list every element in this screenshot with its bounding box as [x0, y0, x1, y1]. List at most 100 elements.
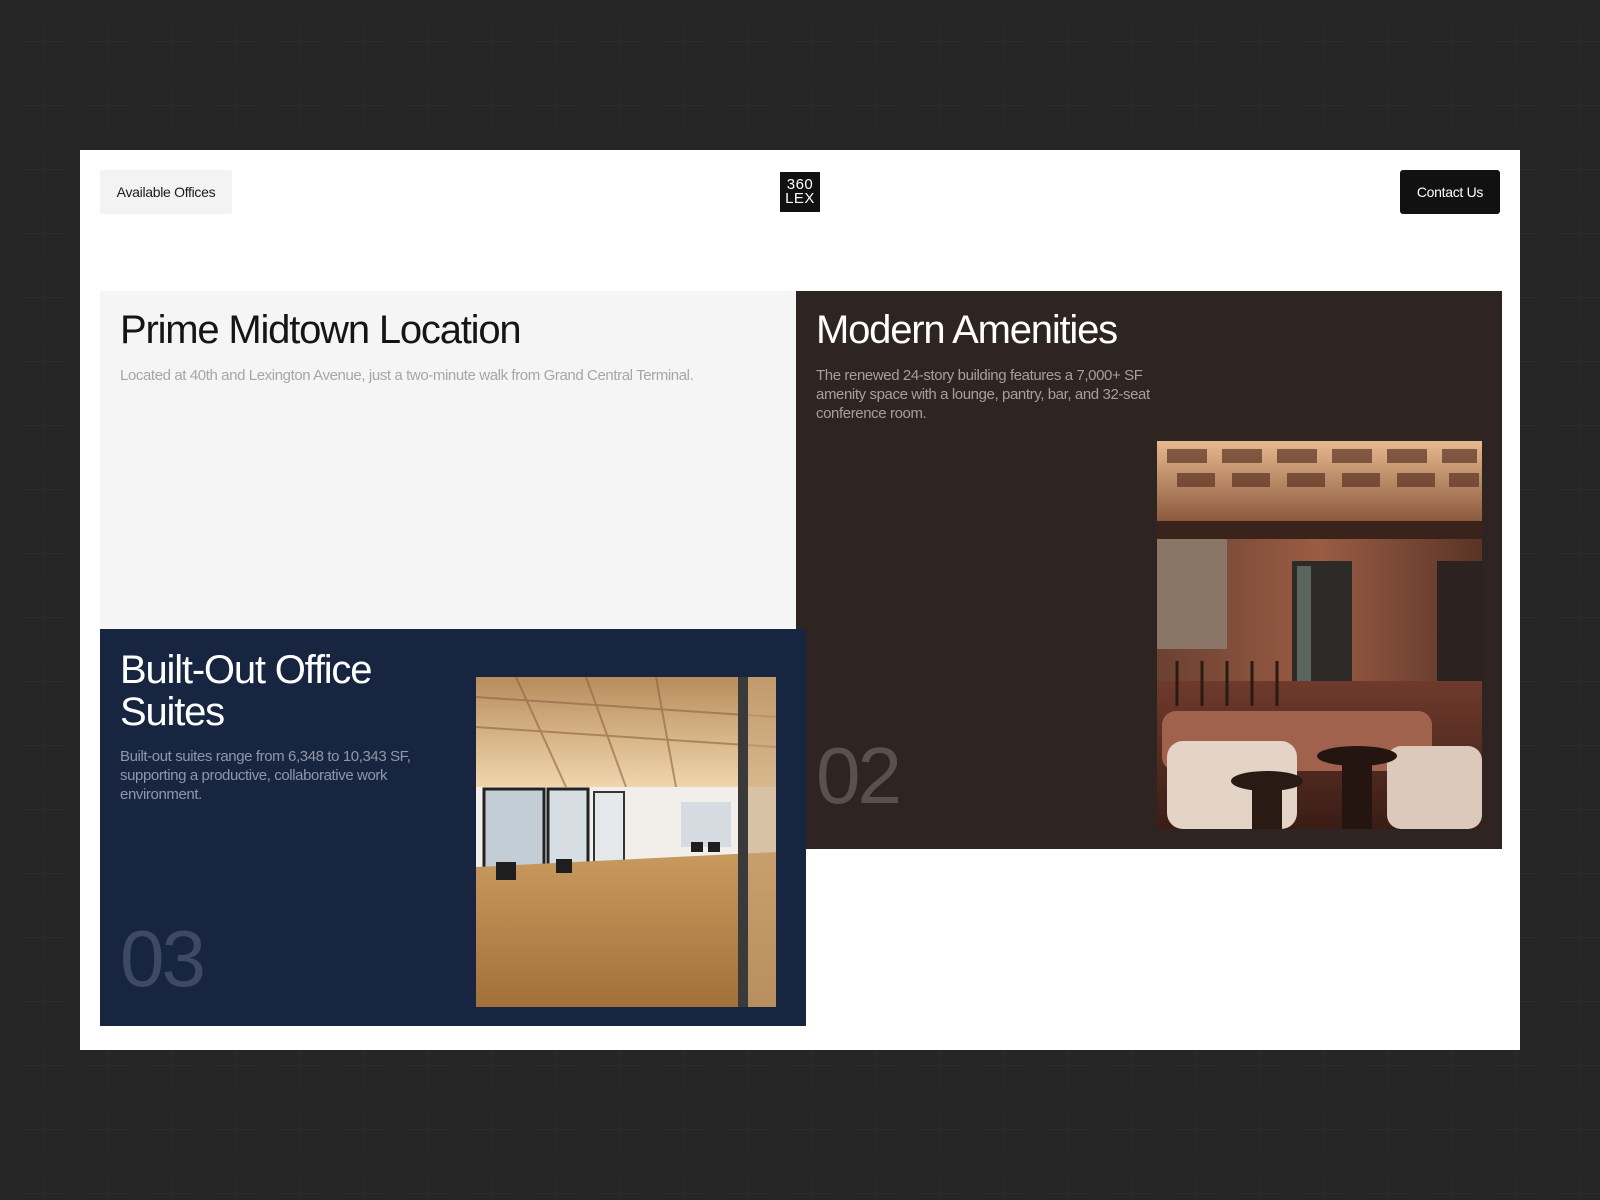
plus-mark — [24, 1110, 64, 1150]
plus-mark — [792, 22, 832, 62]
plus-mark — [792, 1110, 832, 1150]
plus-mark — [24, 598, 64, 638]
plus-mark — [1560, 854, 1600, 894]
plus-mark — [472, 22, 512, 62]
available-offices-button[interactable]: Available Offices — [100, 170, 232, 214]
plus-mark — [1496, 86, 1536, 126]
plus-mark — [984, 1046, 1024, 1086]
plus-mark — [1304, 86, 1344, 126]
plus-mark — [600, 1046, 640, 1086]
suites-card-title: Built-Out Office Suites — [120, 648, 372, 734]
plus-mark — [24, 22, 64, 62]
plus-mark — [408, 1174, 448, 1200]
plus-mark — [856, 1046, 896, 1086]
plus-mark — [920, 86, 960, 126]
plus-mark — [600, 1110, 640, 1150]
plus-mark — [536, 1174, 576, 1200]
plus-mark — [728, 86, 768, 126]
plus-mark — [152, 1174, 192, 1200]
plus-mark — [1560, 342, 1600, 382]
plus-mark — [24, 406, 64, 446]
plus-mark — [1496, 1046, 1536, 1086]
amenities-card: Modern Amenities The renewed 24-story bu… — [796, 291, 1502, 849]
plus-mark — [1368, 86, 1408, 126]
plus-mark — [1176, 1174, 1216, 1200]
plus-mark — [728, 1046, 768, 1086]
plus-mark — [1496, 22, 1536, 62]
plus-mark — [728, 1110, 768, 1150]
amenities-card-number: 02 — [816, 731, 902, 820]
office-interior-photo — [476, 677, 776, 1007]
plus-mark — [24, 790, 64, 830]
plus-mark — [1048, 22, 1088, 62]
plus-mark — [664, 86, 704, 126]
suites-card-description: Built-out suites range from 6,348 to 10,… — [120, 748, 411, 803]
plus-mark — [1048, 1046, 1088, 1086]
plus-mark — [920, 22, 960, 62]
plus-mark — [24, 982, 64, 1022]
plus-mark — [344, 86, 384, 126]
plus-mark — [728, 22, 768, 62]
plus-mark — [1560, 790, 1600, 830]
plus-mark — [1560, 1174, 1600, 1200]
plus-mark — [920, 1046, 960, 1086]
plus-mark — [344, 1046, 384, 1086]
plus-mark — [664, 1110, 704, 1150]
plus-mark — [24, 86, 64, 126]
plus-mark — [152, 86, 192, 126]
plus-mark — [1368, 22, 1408, 62]
plus-mark — [24, 342, 64, 382]
plus-mark — [792, 1174, 832, 1200]
plus-mark — [24, 470, 64, 510]
plus-mark — [216, 1174, 256, 1200]
plus-mark — [1176, 1046, 1216, 1086]
plus-mark — [984, 1110, 1024, 1150]
plus-mark — [1112, 86, 1152, 126]
plus-mark — [472, 1174, 512, 1200]
plus-mark — [152, 1110, 192, 1150]
plus-mark — [280, 1174, 320, 1200]
plus-mark — [664, 22, 704, 62]
plus-mark — [1304, 22, 1344, 62]
amenities-card-title: Modern Amenities — [816, 308, 1118, 352]
plus-mark — [600, 1174, 640, 1200]
plus-mark — [664, 1046, 704, 1086]
plus-mark — [472, 86, 512, 126]
plus-mark — [1560, 150, 1600, 190]
plus-mark — [152, 22, 192, 62]
plus-mark — [344, 1174, 384, 1200]
amenities-card-description: The renewed 24-story building features a… — [816, 367, 1150, 422]
plus-mark — [408, 1046, 448, 1086]
plus-mark — [1560, 406, 1600, 446]
plus-mark — [88, 1110, 128, 1150]
plus-mark — [1560, 214, 1600, 254]
plus-mark — [1304, 1110, 1344, 1150]
plus-mark — [24, 534, 64, 574]
plus-mark — [216, 1046, 256, 1086]
plus-mark — [1176, 1110, 1216, 1150]
plus-mark — [472, 1046, 512, 1086]
plus-mark — [856, 22, 896, 62]
plus-mark — [1240, 1174, 1280, 1200]
plus-mark — [856, 1174, 896, 1200]
amenities-lounge-photo — [1157, 441, 1482, 829]
plus-mark — [24, 854, 64, 894]
suites-card-number: 03 — [120, 914, 206, 1003]
plus-mark — [88, 86, 128, 126]
brand-logo[interactable]: 360 LEX — [780, 172, 820, 212]
plus-mark — [1560, 726, 1600, 766]
plus-mark — [216, 86, 256, 126]
page-frame: Available Offices 360 LEX Contact Us Pri… — [80, 150, 1520, 1050]
contact-us-button[interactable]: Contact Us — [1400, 170, 1500, 214]
plus-mark — [792, 1046, 832, 1086]
plus-mark — [1560, 534, 1600, 574]
plus-mark — [280, 1110, 320, 1150]
plus-mark — [1432, 1046, 1472, 1086]
plus-mark — [408, 22, 448, 62]
plus-mark — [1560, 918, 1600, 958]
plus-mark — [344, 1110, 384, 1150]
plus-mark — [920, 1110, 960, 1150]
plus-mark — [1560, 598, 1600, 638]
plus-mark — [1048, 1174, 1088, 1200]
plus-mark — [1432, 86, 1472, 126]
